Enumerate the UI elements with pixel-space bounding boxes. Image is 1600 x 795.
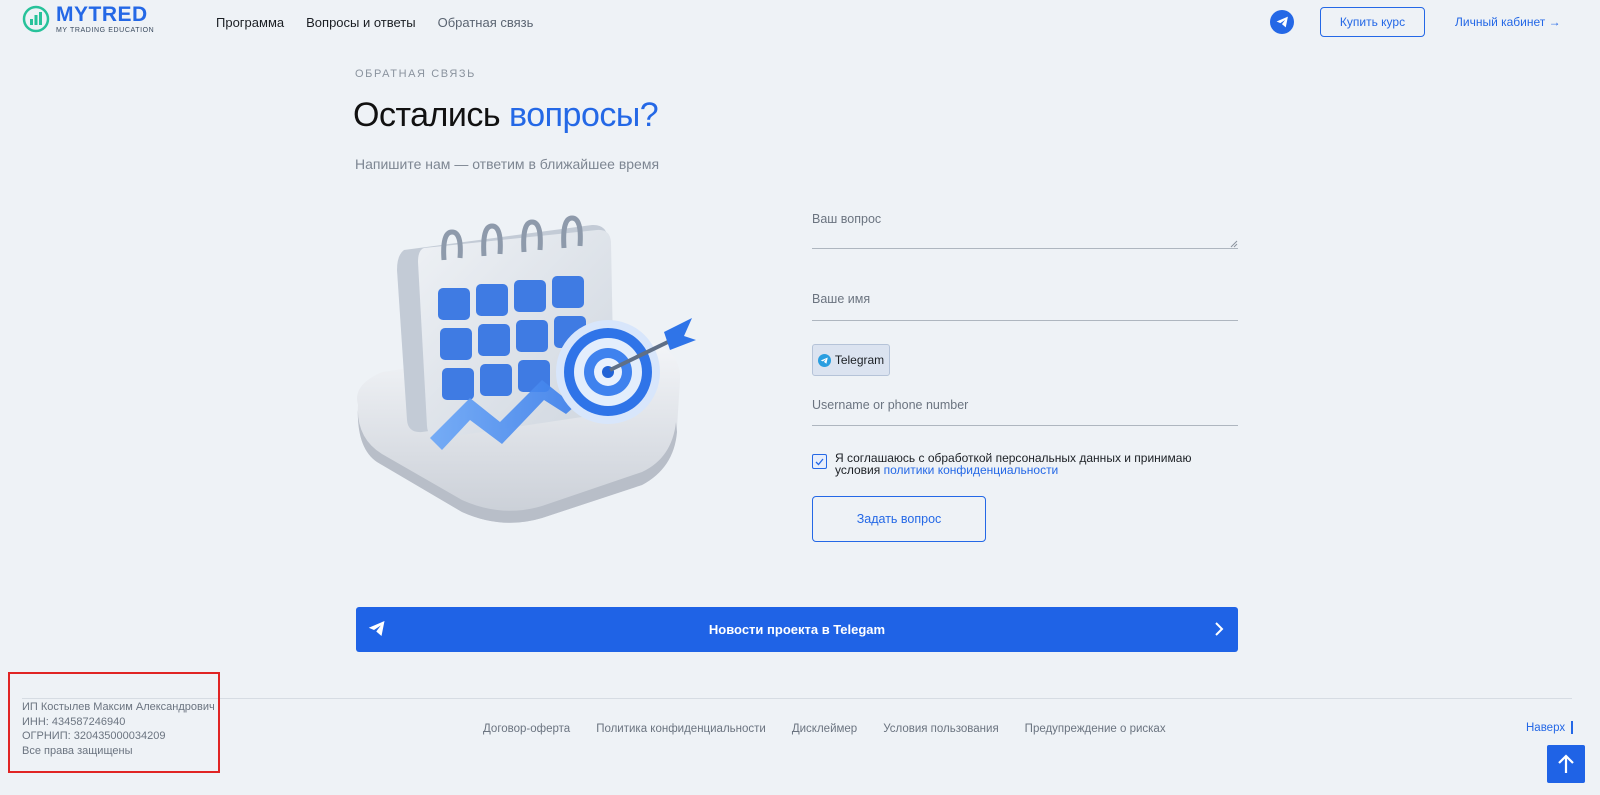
name-field[interactable] <box>812 320 1238 321</box>
nav-item-program[interactable]: Программа <box>216 15 284 30</box>
name-field-label: Ваше имя <box>812 292 871 306</box>
scroll-to-top-button[interactable] <box>1547 745 1585 783</box>
telegram-icon <box>817 353 831 367</box>
footer-link-offer[interactable]: Договор-оферта <box>483 723 570 735</box>
consent-row: Я соглашаюсь с обработкой персональных д… <box>812 452 1235 476</box>
question-field-label: Ваш вопрос <box>812 212 882 226</box>
footer-link-risks[interactable]: Предупреждение о рисках <box>1025 723 1166 735</box>
nav-item-faq[interactable]: Вопросы и ответы <box>306 15 415 30</box>
submit-question-button[interactable]: Задать вопрос <box>812 496 986 542</box>
back-to-top-label: Наверх <box>1526 721 1566 734</box>
footer-link-privacy[interactable]: Политика конфиденциальности <box>596 723 766 735</box>
footer-links: Договор-оферта Политика конфиденциальнос… <box>483 723 1166 735</box>
username-field-placeholder: Username or phone number <box>812 398 969 412</box>
footer-divider <box>22 698 1572 699</box>
telegram-news-banner[interactable]: Новости проекта в Telegam <box>356 607 1238 652</box>
footer-link-terms[interactable]: Условия пользования <box>883 723 998 735</box>
title-main: Остались <box>353 96 510 134</box>
consent-checkbox[interactable] <box>812 454 827 469</box>
arrow-up-icon <box>1571 721 1573 734</box>
personal-account-link[interactable]: Личный кабинет → <box>1455 15 1561 29</box>
news-banner-label: Новости проекта в Telegam <box>708 622 886 637</box>
footer-link-disclaimer[interactable]: Дисклеймер <box>792 723 857 735</box>
section-subtitle: Напишите нам — ответим в ближайшее время <box>355 156 660 172</box>
messenger-select-telegram[interactable]: Telegram <box>812 344 890 376</box>
back-to-top-link[interactable]: Наверх <box>1526 721 1573 734</box>
telegram-header-button[interactable] <box>1270 10 1294 34</box>
main-nav: Программа Вопросы и ответы Обратная связ… <box>216 15 533 30</box>
page-title: Остались вопросы? <box>353 96 659 135</box>
consent-text: Я соглашаюсь с обработкой персональных д… <box>835 452 1235 476</box>
checkmark-icon <box>815 458 824 465</box>
highlight-box <box>8 672 220 773</box>
telegram-plane-icon <box>368 621 385 636</box>
buy-course-button[interactable]: Купить курс <box>1320 7 1425 37</box>
messenger-label: Telegram <box>834 353 885 367</box>
calendar-target-illustration <box>357 215 696 523</box>
logo-tagline: MY TRADING EDUCATION <box>56 27 155 34</box>
question-field[interactable] <box>812 248 1238 249</box>
username-field[interactable] <box>812 425 1238 426</box>
logo-name: MYTRED <box>56 3 148 26</box>
chevron-right-icon <box>1215 622 1224 636</box>
nav-item-feedback[interactable]: Обратная связь <box>438 15 534 30</box>
site-header: MYTRED MY TRADING EDUCATION Программа Во… <box>0 0 1600 44</box>
arrow-up-icon <box>1558 754 1574 773</box>
title-accent: вопросы? <box>509 96 659 134</box>
logo-icon <box>22 5 50 33</box>
resize-handle-icon[interactable] <box>1230 240 1238 248</box>
logo[interactable]: MYTRED MY TRADING EDUCATION <box>22 4 154 34</box>
telegram-icon <box>1276 16 1288 28</box>
section-eyebrow: ОБРАТНАЯ СВЯЗЬ <box>355 68 476 80</box>
privacy-policy-link[interactable]: политики конфиденциальности <box>884 463 1059 477</box>
